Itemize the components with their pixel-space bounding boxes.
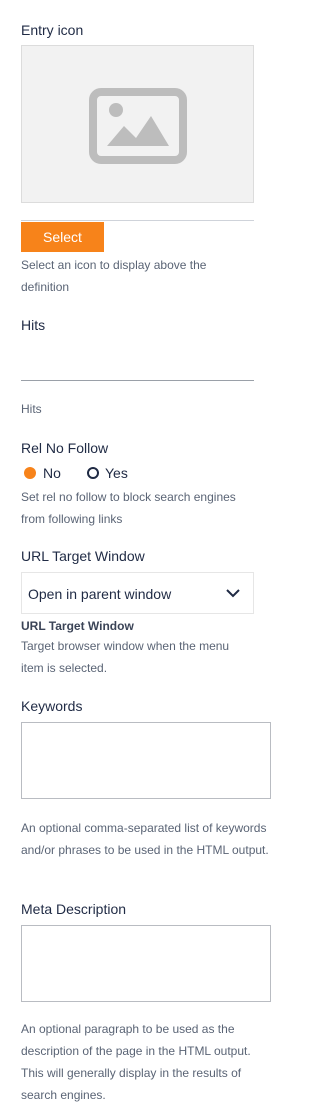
- select-icon-button[interactable]: Select: [21, 222, 104, 252]
- radio-no-label: No: [43, 465, 61, 481]
- radio-checked-icon: [24, 467, 36, 479]
- radio-yes-label: Yes: [105, 465, 128, 481]
- entry-icon-label: Entry icon: [21, 22, 84, 38]
- radio-yes[interactable]: Yes: [86, 464, 146, 484]
- meta-description-help: An optional paragraph to be used as the …: [21, 1022, 251, 1102]
- url-target-window-value: Open in parent window: [28, 586, 172, 602]
- meta-description-textarea[interactable]: [21, 925, 271, 1002]
- hits-field-underline: [21, 380, 254, 381]
- rel-no-follow-help: Set rel no follow to block search engine…: [21, 490, 236, 526]
- entry-icon-preview: [21, 45, 254, 203]
- url-target-window-select[interactable]: Open in parent window: [21, 572, 254, 614]
- radio-no[interactable]: No: [21, 464, 91, 484]
- url-target-window-help-title: URL Target Window: [21, 619, 134, 633]
- image-placeholder-icon: [89, 88, 187, 164]
- hits-label: Hits: [21, 317, 46, 333]
- hits-field[interactable]: [21, 345, 254, 381]
- radio-unchecked-icon: [87, 467, 99, 479]
- url-target-window-label: URL Target Window: [21, 548, 145, 564]
- rel-no-follow-label: Rel No Follow: [21, 440, 109, 456]
- hits-help: Hits: [21, 402, 42, 416]
- keywords-help: An optional comma-separated list of keyw…: [21, 821, 269, 857]
- keywords-label: Keywords: [21, 698, 83, 714]
- url-target-window-help: Target browser window when the menu item…: [21, 639, 230, 675]
- chevron-down-icon: [226, 589, 240, 598]
- divider: [21, 220, 254, 221]
- meta-description-label: Meta Description: [21, 901, 127, 917]
- keywords-textarea[interactable]: [21, 722, 271, 799]
- entry-icon-help: Select an icon to display above the defi…: [21, 258, 207, 294]
